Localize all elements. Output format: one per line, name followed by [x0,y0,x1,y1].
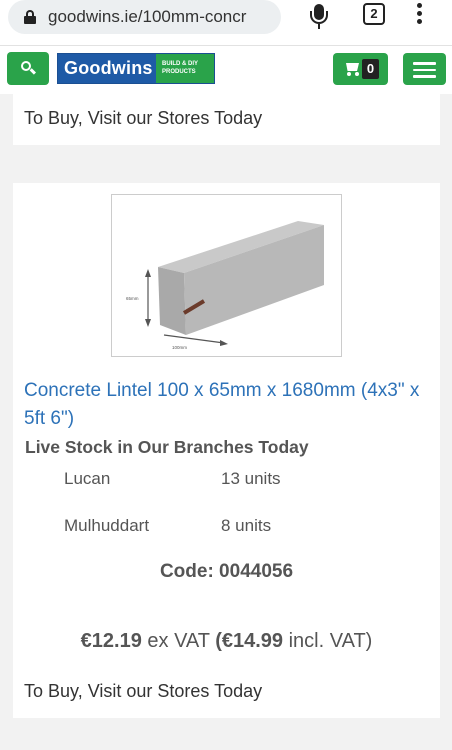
product-image[interactable]: 65mm 100mm [111,194,342,357]
price-line: €12.19 ex VAT (€14.99 incl. VAT) [13,630,440,653]
previous-product-card: To Buy, Visit our Stores Today [13,94,440,145]
ex-vat-label: ex VAT [141,630,216,652]
logo-tagline: BUILD & DIY PRODUCTS [156,54,214,83]
cart-button[interactable]: 0 [333,53,388,85]
stock-heading: Live Stock in Our Branches Today [25,437,309,457]
hamburger-icon [413,62,436,65]
price-incl-vat: €14.99 [221,630,284,652]
logo-tagline-line1: BUILD & DIY [162,61,198,67]
price-incl-open: ( [215,630,222,652]
url-text[interactable]: goodwins.ie/100mm-concr [48,7,273,27]
width-label: 100mm [172,345,187,350]
stock-units: 13 units [221,469,281,488]
address-bar[interactable]: goodwins.ie/100mm-concr [8,0,281,34]
tabs-count-button[interactable]: 2 [363,3,385,25]
mic-icon[interactable] [309,2,329,32]
branch-name: Lucan [64,469,111,488]
browser-toolbar: goodwins.ie/100mm-concr 2 [0,0,452,46]
menu-button[interactable] [403,53,446,85]
product-card: 65mm 100mm Concrete Lintel 100 x 65mm x … [13,183,440,718]
lintel-illustration: 65mm 100mm [126,221,324,350]
cart-icon [344,62,360,76]
logo-name: Goodwins [64,58,153,78]
buy-in-store-text: To Buy, Visit our Stores Today [24,681,263,701]
more-vert-icon[interactable] [415,3,423,27]
incl-vat-label: incl. VAT) [283,630,373,652]
search-button[interactable] [7,52,49,85]
price-ex-vat: €12.19 [80,630,142,652]
lock-icon [24,10,36,24]
buy-in-store-text: To Buy, Visit our Stores Today [24,108,263,128]
height-label: 65mm [126,296,139,301]
logo-tagline-line2: PRODUCTS [162,69,196,75]
site-header: Goodwins BUILD & DIY PRODUCTS 0 [0,46,452,94]
branch-name: Mulhuddart [64,516,150,535]
cart-count-badge: 0 [362,59,379,79]
product-title-link[interactable]: Concrete Lintel 100 x 65mm x 1680mm (4x3… [24,377,424,433]
stock-units: 8 units [221,516,272,535]
product-code: Code: 0044056 [159,561,294,582]
goodwins-logo[interactable]: Goodwins BUILD & DIY PRODUCTS [57,53,215,84]
